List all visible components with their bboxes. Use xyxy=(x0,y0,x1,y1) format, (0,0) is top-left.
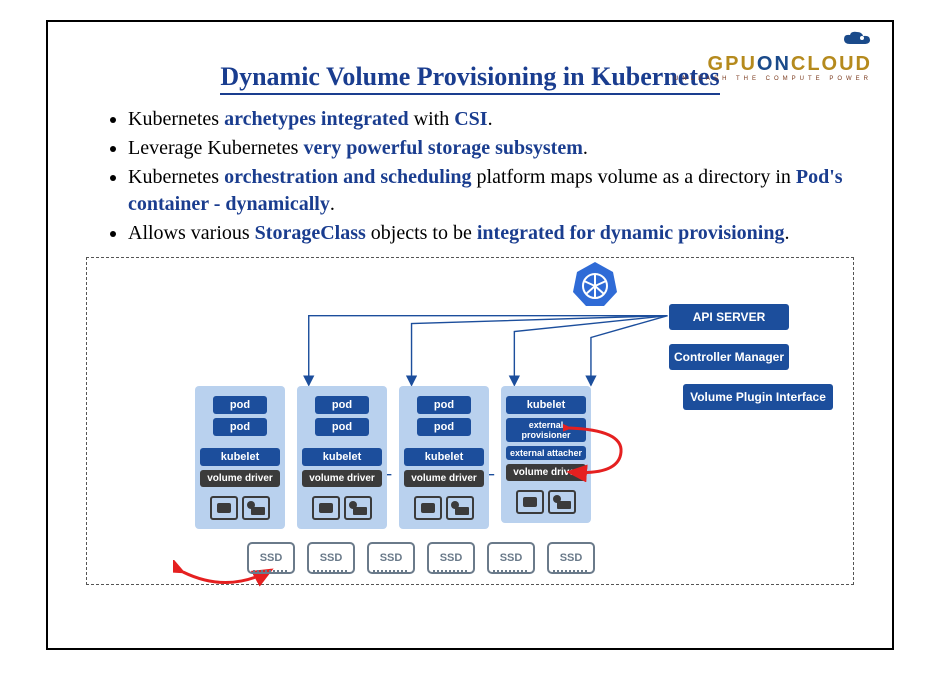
ssd-icon: SSD xyxy=(367,542,415,574)
external-attacher-label: external attacher xyxy=(506,446,586,460)
hardware-icon xyxy=(206,493,274,523)
slide-frame: GPUONCLOUD UNLEASH THE COMPUTE POWER Dyn… xyxy=(46,20,894,650)
pod-label: pod xyxy=(315,396,369,414)
list-item: Kubernetes archetypes integrated with CS… xyxy=(128,106,864,133)
architecture-diagram: API SERVER Controller Manager Volume Plu… xyxy=(86,257,854,585)
ssd-icon: SSD xyxy=(487,542,535,574)
pod-label: pod xyxy=(213,396,267,414)
hardware-icon xyxy=(512,487,580,517)
kubelet-label: kubelet xyxy=(302,448,382,466)
kubelet-label: kubelet xyxy=(506,396,586,414)
cpu-chip-icon xyxy=(210,496,238,520)
pod-label: pod xyxy=(213,418,267,436)
kubelet-label: kubelet xyxy=(200,448,280,466)
cloud-icon xyxy=(674,30,872,52)
pod-label: pod xyxy=(417,418,471,436)
volume-driver-label: volume driver xyxy=(506,464,586,481)
volume-plugin-interface-box: Volume Plugin Interface xyxy=(683,384,833,410)
brand-subtitle: UNLEASH THE COMPUTE POWER xyxy=(674,76,872,82)
hardware-icon xyxy=(308,493,376,523)
bullet-list: Kubernetes archetypes integrated with CS… xyxy=(128,106,864,247)
api-server-box: API SERVER xyxy=(669,304,789,330)
cpu-chip-icon xyxy=(414,496,442,520)
worker-node: pod pod kubelet volume driver xyxy=(195,386,285,529)
board-icon xyxy=(548,490,576,514)
board-icon xyxy=(446,496,474,520)
brand-text: GPUONCLOUD xyxy=(674,54,872,74)
storage-row: SSD SSD SSD SSD SSD SSD xyxy=(247,542,595,574)
ssd-icon: SSD xyxy=(247,542,295,574)
brand-logo: GPUONCLOUD UNLEASH THE COMPUTE POWER xyxy=(674,30,872,82)
controller-manager-box: Controller Manager xyxy=(669,344,789,370)
ssd-icon: SSD xyxy=(427,542,475,574)
list-item: Leverage Kubernetes very powerful storag… xyxy=(128,135,864,162)
cpu-chip-icon xyxy=(312,496,340,520)
worker-node: pod pod kubelet volume driver xyxy=(297,386,387,529)
volume-driver-label: volume driver xyxy=(404,470,484,487)
ssd-icon: SSD xyxy=(547,542,595,574)
cpu-chip-icon xyxy=(516,490,544,514)
pod-label: pod xyxy=(315,418,369,436)
hardware-icon xyxy=(410,493,478,523)
worker-node: pod pod kubelet volume driver xyxy=(399,386,489,529)
kubernetes-logo-icon xyxy=(571,260,619,313)
ssd-icon: SSD xyxy=(307,542,355,574)
csi-node: kubelet external provisioner external at… xyxy=(501,386,591,523)
kubelet-label: kubelet xyxy=(404,448,484,466)
pod-label: pod xyxy=(417,396,471,414)
list-item: Allows various StorageClass objects to b… xyxy=(128,220,864,247)
external-provisioner-label: external provisioner xyxy=(506,418,586,442)
volume-driver-label: volume driver xyxy=(200,470,280,487)
board-icon xyxy=(242,496,270,520)
board-icon xyxy=(344,496,372,520)
list-item: Kubernetes orchestration and scheduling … xyxy=(128,164,864,218)
volume-driver-label: volume driver xyxy=(302,470,382,487)
